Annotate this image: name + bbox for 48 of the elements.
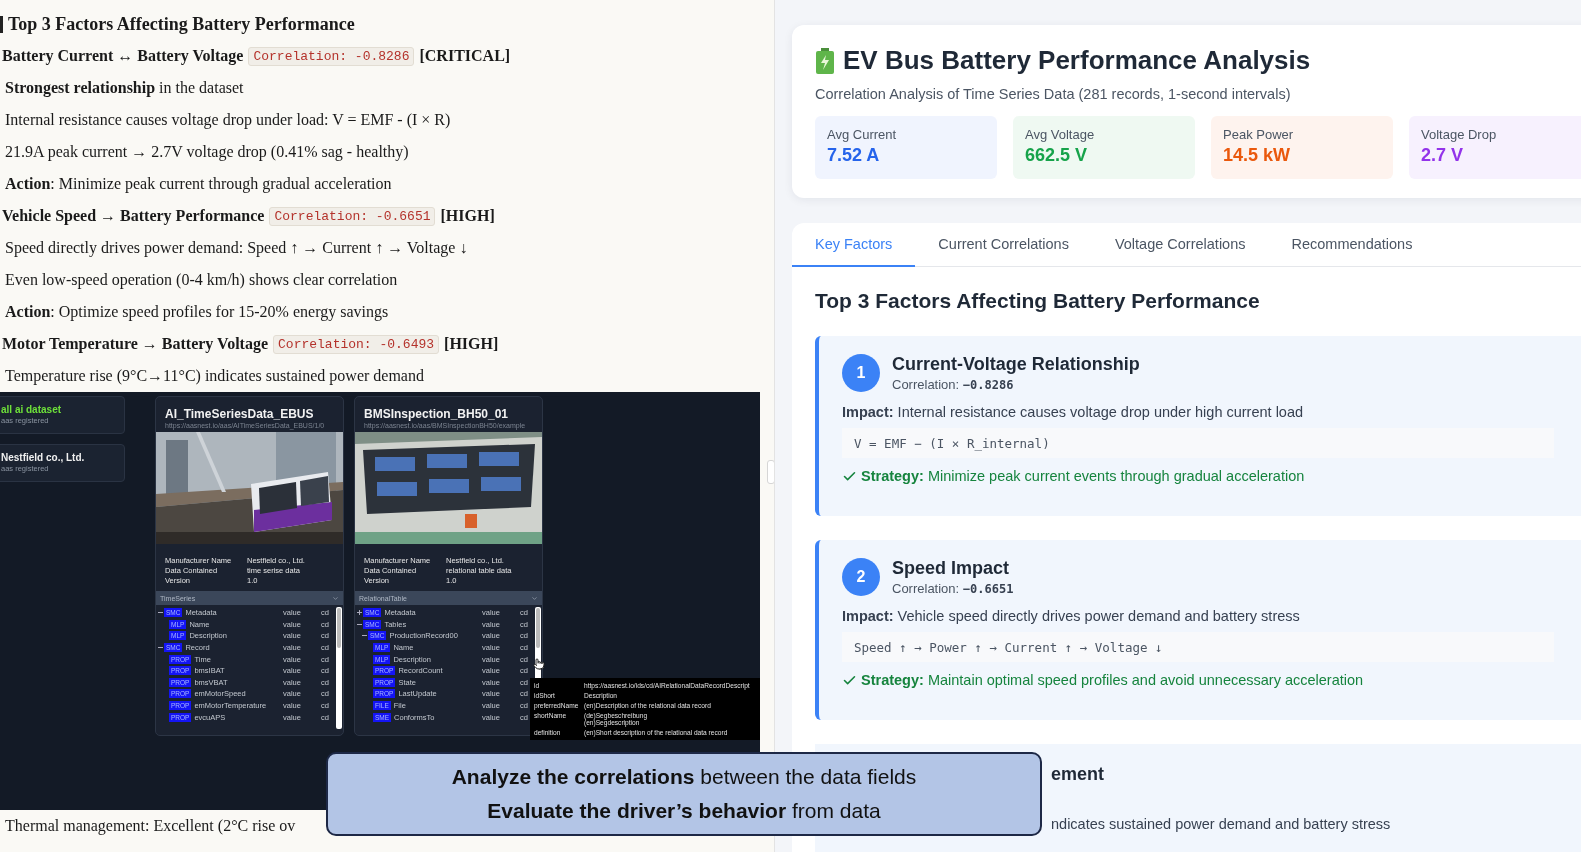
stat-label: Peak Power <box>1223 127 1295 142</box>
strategy-text: Strategy: Minimize peak current events through gradual acceleration <box>861 468 1305 484</box>
bullet-text: Internal resistance causes voltage drop under load: V = EMF - (I × R) <box>5 111 451 129</box>
caption-text: Evaluate the driver’s behavior from data <box>487 799 881 823</box>
factor-title: Battery Current ↔ Battery Voltage <box>2 47 244 65</box>
stat-label: Voltage Drop <box>1421 127 1498 142</box>
stat-value: 7.52 A <box>827 145 881 166</box>
factor-title: Vehicle Speed → Battery Performance <box>2 207 265 225</box>
stat-value: 2.7 V <box>1421 145 1465 166</box>
correlation-code: Correlation: -0.8286 <box>248 46 415 66</box>
body-text: Thermal management: Excellent (2°C rise ov <box>4 816 297 837</box>
stat-label: Avg Voltage <box>1025 127 1096 142</box>
stat-value: 14.5 kW <box>1223 145 1292 166</box>
bullet-text: Temperature rise (9°C→11°C) indicates sustained power demand <box>5 367 424 385</box>
caption-text: Analyze the correlations between the data fields <box>451 765 917 789</box>
stat-value: 662.5 V <box>1025 145 1089 166</box>
page-subtitle: Correlation Analysis of Time Series Data (281 records, 1-second intervals) <box>815 86 1292 102</box>
severity-tag: [CRITICAL] <box>419 47 511 65</box>
asset-title: AI_TimeSeriesData_EBUS <box>164 406 315 421</box>
rank-badge: 2 <box>842 558 880 596</box>
page-title: EV Bus Battery Performance Analysis <box>843 45 1311 76</box>
rank-badge: 1 <box>842 354 880 392</box>
formula-box: V = EMF − (I × R_internal) <box>842 428 1554 458</box>
asset-title: BMSInspection_BH50_01 <box>363 406 510 421</box>
factor-title: Motor Temperature → Battery Voltage <box>2 335 269 353</box>
document-heading: Top 3 Factors Affecting Battery Performance <box>8 13 355 35</box>
strategy-text: Strategy: Maintain optimal speed profiles and avoid unnecessary acceleration <box>861 672 1364 688</box>
bullet-text: Action: Minimize peak current through gradual acceleration <box>5 175 392 193</box>
bullet-text: Speed directly drives power demand: Speed ↑ → Current ↑ → Voltage ↓ <box>5 239 468 257</box>
impact-text: Impact: Internal resistance causes voltage drop under high current load <box>842 404 1305 420</box>
bullet-text: Strongest relationship in the dataset <box>5 79 244 97</box>
factor-title: Current-Voltage Relationship <box>892 354 1140 375</box>
factor-title: ement <box>1051 764 1105 785</box>
impact-text: ndicates sustained power demand and battery stress <box>1051 816 1392 832</box>
formula-box: Speed ↑ → Power ↑ → Current ↑ → Voltage ↓ <box>842 632 1554 662</box>
severity-tag: [HIGH] <box>444 335 499 353</box>
correlation-code: Correlation: -0.6493 <box>273 334 440 354</box>
bullet-text: 21.9A peak current → 2.7V voltage drop (0.41% sag - healthy) <box>5 143 409 161</box>
severity-tag: [HIGH] <box>440 207 495 225</box>
bullet-text: Action: Optimize speed profiles for 15-20% energy savings <box>5 303 389 321</box>
impact-text: Impact: Vehicle speed directly drives power demand and battery stress <box>842 608 1301 624</box>
section-title: Top 3 Factors Affecting Battery Performance <box>815 289 1261 313</box>
bullet-text: Even low-speed operation (0-4 km/h) shows clear correlation <box>5 271 398 289</box>
correlation-text: Correlation: −0.6651 <box>892 581 1014 596</box>
correlation-code: Correlation: -0.6651 <box>269 206 436 226</box>
stat-label: Avg Current <box>827 127 898 142</box>
factor-title: Speed Impact <box>892 558 1011 579</box>
correlation-text: Correlation: −0.8286 <box>892 377 1015 392</box>
